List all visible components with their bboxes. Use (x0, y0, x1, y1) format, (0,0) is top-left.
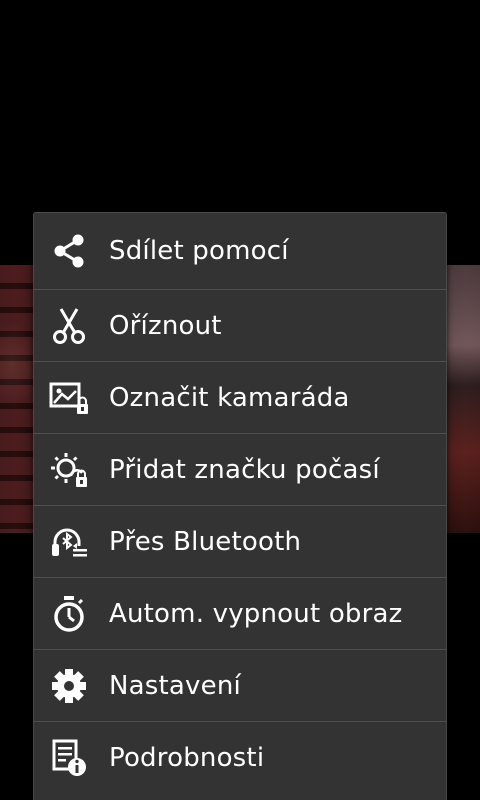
menu-item-label: Přes Bluetooth (109, 526, 302, 557)
share-icon (49, 231, 89, 271)
photo-left-edge (0, 265, 34, 533)
menu-item-label: Přidat značku počasí (109, 454, 380, 485)
menu-item-bluetooth[interactable]: Přes Bluetooth (34, 506, 446, 578)
menu-item-auto-screen-off[interactable]: Autom. vypnout obraz (34, 578, 446, 650)
timer-icon (49, 594, 89, 634)
tag-friend-icon (49, 378, 89, 418)
menu-item-label: Označit kamaráda (109, 382, 350, 413)
menu-item-settings[interactable]: Nastavení (34, 650, 446, 722)
menu-item-label: Sdílet pomocí (109, 236, 289, 266)
bluetooth-icon (49, 522, 89, 562)
photo-right-edge (444, 265, 480, 533)
details-icon (49, 738, 89, 778)
options-menu: Sdílet pomocí Oříznout Označit kamaráda … (33, 212, 447, 800)
screen: Sdílet pomocí Oříznout Označit kamaráda … (0, 0, 480, 800)
menu-item-label: Autom. vypnout obraz (109, 598, 403, 629)
menu-item-label: Oříznout (109, 310, 222, 341)
scissors-icon (49, 306, 89, 346)
menu-item-weather-tag[interactable]: Přidat značku počasí (34, 434, 446, 506)
weather-tag-icon (49, 450, 89, 490)
gear-icon (49, 666, 89, 706)
menu-item-label: Nastavení (109, 670, 241, 701)
menu-item-crop[interactable]: Oříznout (34, 290, 446, 362)
menu-item-details[interactable]: Podrobnosti (34, 722, 446, 794)
menu-item-label: Podrobnosti (109, 743, 265, 773)
menu-item-tag-friend[interactable]: Označit kamaráda (34, 362, 446, 434)
menu-item-share[interactable]: Sdílet pomocí (34, 213, 446, 290)
